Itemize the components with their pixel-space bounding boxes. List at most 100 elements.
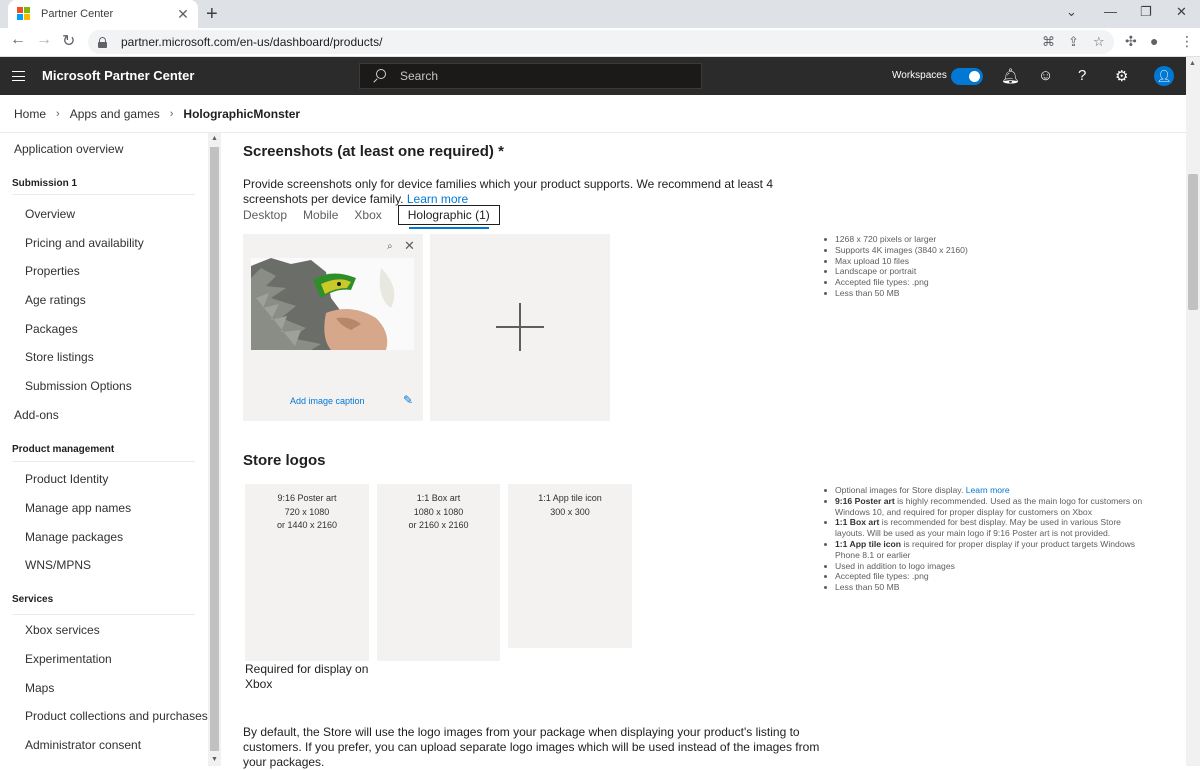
sidebar-item-product-identity[interactable]: Product Identity [25,472,108,486]
close-window-icon[interactable]: ✕ [1176,4,1187,20]
sidebar-scrollbar-thumb[interactable] [210,147,219,751]
monster-image [251,258,414,350]
tab-holographic[interactable]: Holographic (1) [397,205,500,229]
hamburger-menu-icon[interactable] [12,71,25,81]
tab-search-icon[interactable]: ⌄ [1066,4,1077,20]
screenshots-title: Screenshots (at least one required) * [243,143,504,160]
url-bar[interactable]: partner.microsoft.com/en-us/dashboard/pr… [88,30,1114,54]
sidebar-item-application-overview[interactable]: Application overview [14,142,123,156]
extensions-icon[interactable]: ✣ [1125,33,1137,50]
sidebar-item-overview[interactable]: Overview [25,207,75,221]
tab-xbox[interactable]: Xbox [354,208,381,222]
scroll-down-icon[interactable]: ▼ [211,756,218,763]
close-tab-icon[interactable]: ✕ [176,6,190,23]
help-icon[interactable]: ? [1078,67,1086,84]
search-input[interactable]: Search [359,63,702,89]
info-item: 1:1 App tile icon is required for proper… [822,539,1152,561]
screenshot-thumbnail[interactable] [251,258,414,350]
minimize-icon[interactable]: — [1104,4,1117,19]
bookmark-star-icon[interactable]: ☆ [1093,34,1105,50]
breadcrumb-apps-and-games[interactable]: Apps and games [70,107,160,121]
box-art-upload[interactable]: 1:1 Box art 1080 x 1080 or 2160 x 2160 [377,484,500,661]
app-tile-icon-upload[interactable]: 1:1 App tile icon 300 x 300 [508,484,632,648]
screenshot-card[interactable]: ⌕ ✕ Add image caption ✎ [243,234,423,421]
app-title[interactable]: Microsoft Partner Center [42,68,194,83]
remove-screenshot-icon[interactable]: ✕ [404,238,415,254]
sidebar-item-product-collections[interactable]: Product collections and purchases [25,709,208,723]
browser-tab-bar: Partner Center ✕ + ⌄ — ❐ ✕ [0,0,1200,28]
sidebar-item-pricing[interactable]: Pricing and availability [25,236,144,250]
sidebar-heading-submission[interactable]: Submission 1 [12,178,77,189]
box-art-size: 1080 x 1080 [413,506,464,517]
gear-icon[interactable]: ⚙ [1115,67,1128,85]
info-optional-text: Optional images for Store display. [835,485,964,495]
sidebar-item-experimentation[interactable]: Experimentation [25,652,112,666]
back-icon[interactable]: ← [10,31,26,49]
sidebar-item-manage-app-names[interactable]: Manage app names [25,501,131,515]
tab-desktop[interactable]: Desktop [243,208,287,222]
sidebar-item-add-ons[interactable]: Add-ons [14,408,59,422]
requirement-item: Supports 4K images (3840 x 2160) [822,245,968,256]
chevron-right-icon: › [169,108,174,120]
breadcrumb: Home › Apps and games › HolographicMonst… [14,107,300,121]
info-item: 9:16 Poster art is highly recommended. U… [822,496,1152,518]
app-tile-size: 300 x 300 [550,506,590,517]
requirement-item: Accepted file types: .png [822,277,968,288]
sidebar-item-administrator-consent[interactable]: Administrator consent [25,738,141,752]
add-screenshot-button[interactable] [430,234,610,421]
screenshots-description: Provide screenshots only for device fami… [243,177,833,207]
info-item: Less than 50 MB [822,582,1152,593]
maximize-icon[interactable]: ❐ [1140,4,1152,20]
sidebar-item-packages[interactable]: Packages [25,322,78,336]
zoom-icon[interactable]: ⌕ [387,241,393,252]
sidebar-item-submission-options[interactable]: Submission Options [25,379,132,393]
workspaces-toggle[interactable] [951,68,983,85]
url-text: partner.microsoft.com/en-us/dashboard/pr… [121,35,383,49]
browser-menu-icon[interactable]: ⋮ [1180,33,1194,50]
address-bar-row: ← → ↻ partner.microsoft.com/en-us/dashbo… [0,28,1200,57]
smiley-feedback-icon[interactable]: ☺ [1038,67,1053,84]
divider [12,194,195,195]
tab-mobile[interactable]: Mobile [303,208,338,222]
chevron-right-icon: › [56,108,60,120]
reload-icon[interactable]: ↻ [62,31,75,51]
divider [12,614,195,615]
screenshots-desc-text: Provide screenshots only for device fami… [243,177,774,206]
share-icon[interactable]: ⇪ [1068,34,1079,50]
sidebar-item-store-listings[interactable]: Store listings [25,350,94,364]
main-scrollbar-thumb[interactable] [1188,174,1198,310]
profile-icon[interactable]: ● [1150,33,1158,49]
store-logos-learn-more-link[interactable]: Learn more [966,485,1010,495]
sidebar-heading-services[interactable]: Services [12,594,53,605]
pencil-edit-icon[interactable]: ✎ [403,393,413,407]
bell-icon[interactable]: 🔔︎ [1001,67,1020,85]
translate-icon[interactable]: ⌘ [1042,34,1055,50]
sidebar-heading-product-management[interactable]: Product management [12,444,114,455]
new-tab-icon[interactable]: + [206,3,218,26]
info-item: Used in addition to logo images [822,561,1152,572]
browser-tab[interactable]: Partner Center ✕ [8,0,198,28]
store-logos-title: Store logos [243,452,326,469]
add-image-caption-link[interactable]: Add image caption [290,396,365,406]
sidebar-item-maps[interactable]: Maps [25,681,54,695]
scroll-up-icon[interactable]: ▲ [211,135,218,142]
sidebar: Application overview Submission 1 Overvi… [0,133,208,766]
search-icon [372,69,386,83]
app-tile-label: 1:1 App tile icon [538,493,602,503]
sidebar-item-properties[interactable]: Properties [25,264,80,278]
main-scroll-up-icon[interactable]: ▲ [1189,60,1196,67]
sidebar-item-wns-mpns[interactable]: WNS/MPNS [25,558,91,572]
sidebar-item-manage-packages[interactable]: Manage packages [25,530,123,544]
screenshots-learn-more-link[interactable]: Learn more [407,192,468,206]
avatar[interactable]: 👤︎ [1154,66,1174,86]
lock-icon[interactable] [98,36,107,48]
sidebar-item-xbox-services[interactable]: Xbox services [25,623,100,637]
poster-art-upload[interactable]: 9:16 Poster art 720 x 1080 or 1440 x 216… [245,484,369,661]
app-header: Microsoft Partner Center Search Workspac… [0,57,1200,95]
microsoft-logo-icon [17,7,31,21]
device-family-tabs: Desktop Mobile Xbox Holographic (1) [243,205,516,229]
breadcrumb-home[interactable]: Home [14,107,46,121]
forward-icon[interactable]: → [36,31,52,49]
sidebar-item-age-ratings[interactable]: Age ratings [25,293,86,307]
main-scrollbar[interactable] [1186,57,1200,766]
